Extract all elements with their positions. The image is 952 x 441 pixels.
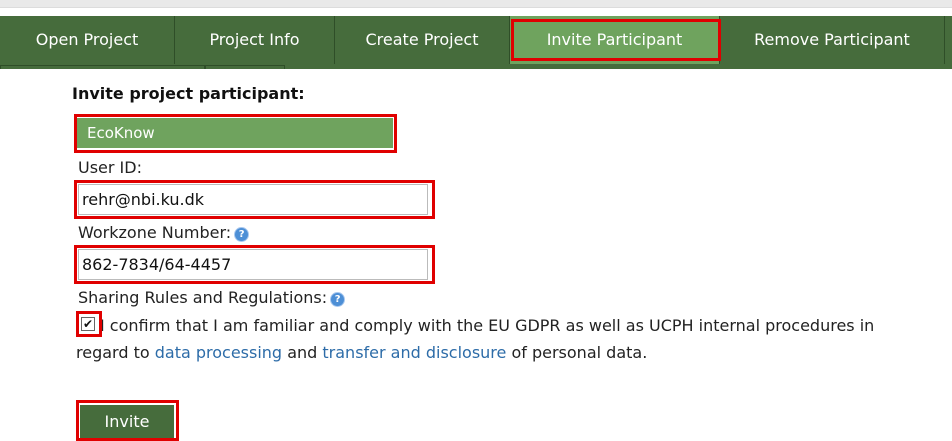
- checkmark-icon: ✔: [82, 317, 94, 331]
- user-id-input[interactable]: rehr@nbi.ku.dk: [78, 184, 428, 215]
- project-name-bar: EcoKnow: [77, 118, 393, 148]
- form-heading: Invite project participant:: [72, 84, 305, 103]
- top-divider: [0, 0, 952, 8]
- consent-part-2: and: [287, 343, 318, 362]
- help-icon[interactable]: ?: [331, 293, 345, 306]
- tab-bar: Open Project Project Info Create Project…: [0, 16, 952, 69]
- transfer-disclosure-link[interactable]: transfer and disclosure: [322, 343, 506, 362]
- sharing-rules-label: Sharing Rules and Regulations:?: [78, 288, 345, 307]
- tab-invite-participant[interactable]: Invite Participant: [510, 16, 720, 64]
- help-icon[interactable]: ?: [235, 228, 249, 241]
- sharing-rules-text: Sharing Rules and Regulations:: [78, 288, 328, 307]
- invite-button[interactable]: Invite: [80, 405, 174, 439]
- user-id-label: User ID:: [78, 158, 142, 177]
- workzone-label: Workzone Number:?: [78, 223, 249, 242]
- tab-open-project[interactable]: Open Project: [0, 16, 175, 64]
- tab-project-info[interactable]: Project Info: [175, 16, 335, 64]
- tab-row-2-stub: [0, 65, 205, 69]
- tab-create-project[interactable]: Create Project: [335, 16, 510, 64]
- consent-checkbox[interactable]: ✔: [81, 317, 95, 331]
- consent-part-3: of personal data.: [511, 343, 648, 362]
- tab-row-2-stub: [205, 65, 285, 69]
- workzone-label-text: Workzone Number:: [78, 223, 232, 242]
- tab-remove-participant[interactable]: Remove Participant: [720, 16, 945, 64]
- data-processing-link[interactable]: data processing: [155, 343, 282, 362]
- consent-text: I confirm that I am familiar and comply …: [76, 312, 926, 366]
- workzone-input[interactable]: 862-7834/64-4457: [78, 249, 428, 280]
